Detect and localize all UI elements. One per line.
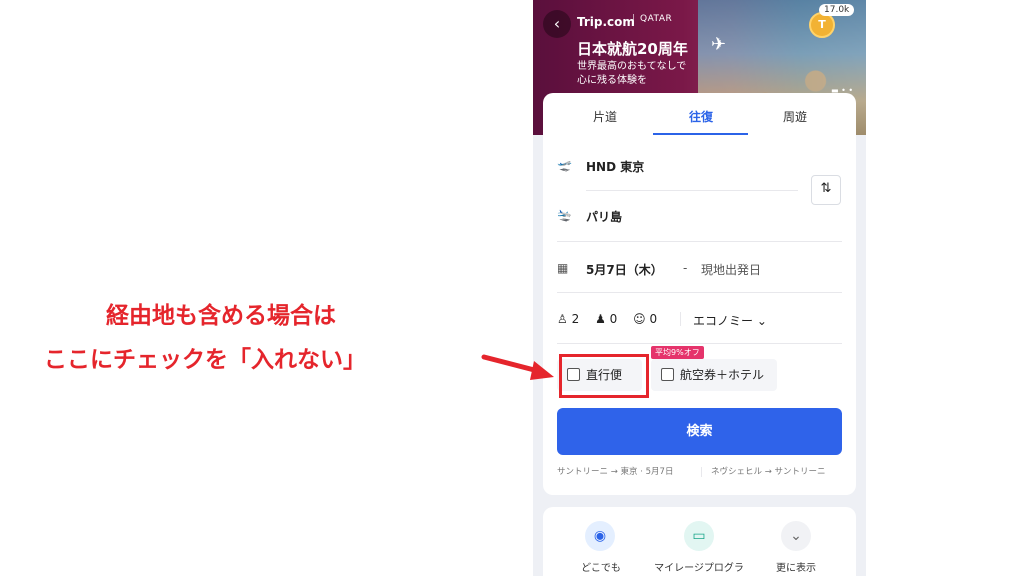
- destination-field[interactable]: パリ島: [586, 208, 622, 225]
- tab-one-way[interactable]: 片道: [557, 108, 653, 125]
- divider: [557, 241, 842, 242]
- cabin-class-selector[interactable]: エコノミー ⌄: [693, 312, 767, 329]
- date-separator: -: [683, 261, 688, 275]
- tab-multi-city[interactable]: 周遊: [747, 108, 843, 125]
- depart-date-field[interactable]: 5月7日（木）: [586, 261, 663, 278]
- banner-title: 日本就航20周年: [577, 40, 688, 58]
- swap-arrows-icon: ⇅: [820, 181, 832, 196]
- banner-subtitle: 世界最高のおもてなしで 心に残る体験を: [577, 61, 687, 86]
- annotation-line-2: ここにチェックを「入れない」: [44, 347, 366, 373]
- quick-link-more[interactable]: 更に表示: [746, 559, 846, 574]
- recent-search-2[interactable]: ネヴシェヒル → サントリーニ: [711, 465, 826, 477]
- divider: [701, 467, 702, 477]
- tab-round-trip[interactable]: 往復: [653, 108, 749, 125]
- globe-icon[interactable]: ◉: [585, 521, 615, 551]
- annotation-arrow: [481, 354, 554, 380]
- calendar-icon: ▦: [557, 261, 569, 275]
- chevron-left-icon: ‹: [553, 14, 561, 33]
- child-icon: ♟: [595, 312, 606, 326]
- child-count: 0: [609, 312, 618, 326]
- divider: [586, 190, 798, 191]
- return-date-field[interactable]: 現地出発日: [701, 261, 761, 278]
- infant-count: 0: [649, 312, 658, 326]
- tab-active-indicator: [653, 133, 748, 135]
- origin-field[interactable]: HND 東京: [586, 158, 644, 175]
- airplane-icon: ✈: [711, 34, 727, 55]
- partner-logo: QATAR: [633, 14, 672, 24]
- infant-icon: ☺: [633, 312, 646, 326]
- brand-logo: Trip.com: [577, 15, 635, 29]
- quick-link-anywhere[interactable]: どこでも: [551, 559, 651, 574]
- quick-links-card: ◉ どこでも ▭ マイレージプログラ ⌄ 更に表示: [543, 507, 856, 576]
- passenger-selector[interactable]: ♙ 2 ♟ 0 ☺ 0: [557, 312, 657, 326]
- divider: [680, 312, 681, 326]
- adult-icon: ♙: [557, 312, 568, 326]
- swap-button[interactable]: ⇅: [811, 175, 841, 205]
- takeoff-icon: 🛫: [557, 158, 572, 172]
- direct-flight-highlight: [559, 354, 649, 398]
- flight-hotel-label: 航空券＋ホテル: [680, 368, 765, 382]
- annotation-line-1: 経由地も含める場合は: [106, 303, 336, 329]
- flight-hotel-option[interactable]: 航空券＋ホテル: [651, 359, 777, 391]
- discount-badge: 平均9%オフ: [651, 346, 704, 359]
- chevron-down-icon: ⌄: [756, 314, 767, 328]
- back-button[interactable]: ‹: [543, 10, 571, 38]
- chevron-down-icon[interactable]: ⌄: [781, 521, 811, 551]
- flight-search-card: 片道 往復 周遊 🛫 HND 東京 ⇅ 🛬 パリ島 ▦ 5月7日（木） - 現地…: [543, 93, 856, 495]
- landing-icon: 🛬: [557, 208, 572, 222]
- flight-hotel-checkbox[interactable]: [661, 368, 674, 381]
- divider: [557, 292, 842, 293]
- quick-link-mileage[interactable]: マイレージプログラ: [649, 559, 749, 574]
- divider: [557, 343, 842, 344]
- recent-search-1[interactable]: サントリーニ → 東京 · 5月7日: [557, 465, 673, 477]
- adult-count: 2: [571, 312, 580, 326]
- coin-count-badge: 17.0k: [819, 4, 855, 16]
- app-screen: ‹ Trip.com QATAR 日本就航20周年 世界最高のおもてなしで 心に…: [533, 0, 866, 576]
- search-button[interactable]: 検索: [557, 408, 842, 455]
- card-icon[interactable]: ▭: [684, 521, 714, 551]
- cabin-class-label: エコノミー: [693, 314, 754, 328]
